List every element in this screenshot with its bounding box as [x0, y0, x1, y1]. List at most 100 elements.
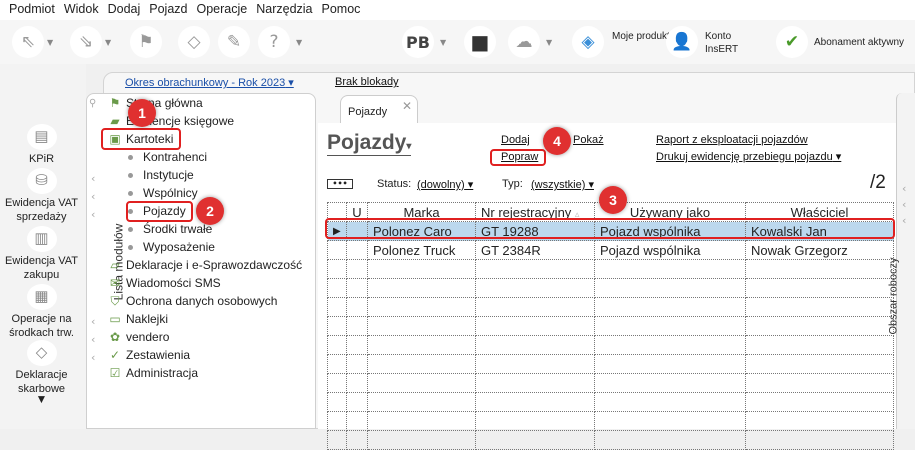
- collapse-icon[interactable]: ‹: [91, 351, 95, 364]
- okres-dropdown[interactable]: Okres obrachunkowy - Rok 2023 ▾: [125, 76, 294, 89]
- module-naklejki[interactable]: ▭ Naklejki: [108, 310, 168, 328]
- abonament-status[interactable]: Abonament aktywny: [814, 36, 904, 49]
- nav-label: Operacje na środkach trw.: [9, 313, 74, 339]
- nav-vat-zakupu[interactable]: ▥ Ewidencja VAT zakupu: [0, 226, 83, 282]
- module-sms[interactable]: ✉ Wiadomości SMS: [108, 274, 221, 292]
- konto-insert-button[interactable]: Konto InsERT: [705, 30, 745, 56]
- blokada-link[interactable]: Brak blokady: [335, 76, 399, 88]
- chevron-down-icon[interactable]: ▼: [105, 38, 111, 47]
- module-label: Wyposażenie: [143, 240, 215, 254]
- menu-dodaj[interactable]: Dodaj: [105, 0, 147, 20]
- chevron-down-icon[interactable]: ▼: [546, 38, 552, 47]
- pin-icon[interactable]: ⚲: [89, 98, 96, 109]
- status-dropdown[interactable]: (dowolny) ▾: [417, 178, 473, 191]
- submodule-wyposazenie[interactable]: Wyposażenie: [128, 238, 215, 256]
- more-options-button[interactable]: •••: [327, 179, 353, 189]
- status-label: Status:: [377, 178, 412, 190]
- bullet-icon: [128, 190, 133, 196]
- chevron-down-icon[interactable]: ▼: [440, 38, 446, 47]
- module-label: Wspólnicy: [143, 186, 198, 200]
- record-count: /2: [870, 172, 886, 193]
- products-icon[interactable]: ◈: [572, 26, 604, 58]
- book-icon: ▰: [110, 114, 120, 128]
- drukuj-label: Drukuj ewidencję przebiegu pojazdu: [656, 151, 833, 163]
- nav-vat-sprzedazy[interactable]: ⛁ Ewidencja VAT sprzedaży: [0, 168, 83, 224]
- collapse-icon[interactable]: ‹: [91, 190, 95, 203]
- raport-link[interactable]: Raport z eksploatacji pojazdów: [656, 134, 808, 146]
- box-icon[interactable]: ■: [464, 26, 496, 58]
- eraser-icon[interactable]: ◇: [178, 26, 210, 58]
- typ-label: Typ:: [502, 178, 523, 190]
- page-title-dropdown[interactable]: Pojazdy▾: [327, 131, 412, 156]
- module-vendero[interactable]: ✿ vendero: [108, 328, 169, 346]
- collapse-icon[interactable]: ‹: [91, 208, 95, 221]
- annotation-badge-4: 4: [543, 127, 571, 155]
- chevron-down-icon[interactable]: ▼: [296, 38, 302, 47]
- empty-row: [327, 316, 894, 336]
- flag-icon[interactable]: ⚑: [130, 26, 162, 58]
- insert-account-icon[interactable]: 👤: [666, 26, 698, 58]
- forward-arrow-icon[interactable]: ⇘: [70, 26, 102, 58]
- collapse-icon[interactable]: ‹: [91, 333, 95, 346]
- pb-button[interactable]: PB: [402, 26, 434, 58]
- row-pointer: [327, 240, 347, 260]
- tools-icon[interactable]: ✎: [218, 26, 250, 58]
- submodule-kontrahenci[interactable]: Kontrahenci: [128, 148, 207, 166]
- drukuj-dropdown[interactable]: Drukuj ewidencję przebiegu pojazdu ▾: [656, 150, 841, 163]
- submodule-instytucje[interactable]: Instytucje: [128, 166, 194, 184]
- chart-icon: ✓: [109, 348, 121, 362]
- menu-operacje[interactable]: Operacje: [194, 0, 254, 20]
- typ-dropdown[interactable]: (wszystkie) ▾: [531, 178, 594, 191]
- module-ochrona-danych[interactable]: ⛉ Ochrona danych osobowych: [108, 292, 277, 310]
- page-title: Pojazdy: [327, 131, 407, 154]
- module-deklaracje[interactable]: ▱ Deklaracje i e-Sprawozdawczość: [108, 256, 302, 274]
- close-icon[interactable]: ✕: [402, 99, 412, 113]
- menu-podmiot[interactable]: Podmiot: [6, 0, 61, 20]
- cell-uzywany: Pojazd wspólnika: [594, 240, 746, 260]
- empty-row: [327, 430, 894, 450]
- scroll-down-icon[interactable]: ▼: [0, 392, 83, 406]
- collapse-icon[interactable]: ‹: [91, 315, 95, 328]
- shield-icon: ⛉: [110, 294, 120, 308]
- collapse-icon[interactable]: ‹: [91, 172, 95, 185]
- menu-narzedzia[interactable]: Narzędzia: [253, 0, 318, 20]
- back-arrow-icon[interactable]: ⇖: [12, 26, 44, 58]
- chevron-down-icon[interactable]: ▼: [47, 38, 53, 47]
- annotation-box-popraw: [490, 149, 546, 166]
- module-label: Ochrona danych osobowych: [126, 294, 278, 308]
- empty-row: [327, 373, 894, 393]
- menu-bar: Podmiot Widok Dodaj Pojazd Operacje Narz…: [0, 0, 915, 20]
- collapse-icon[interactable]: ‹: [902, 182, 906, 195]
- pokaz-link[interactable]: Pokaż: [573, 134, 604, 146]
- menu-pojazd[interactable]: Pojazd: [146, 0, 193, 20]
- submodule-srodki-trwale[interactable]: Środki trwałe: [128, 220, 212, 238]
- cloud-database-icon[interactable]: ☁: [508, 26, 540, 58]
- nav-label: KPiR: [28, 153, 55, 165]
- menu-widok[interactable]: Widok: [61, 0, 105, 20]
- collapse-icon[interactable]: ‹: [902, 214, 906, 227]
- right-panel-label[interactable]: Obszar roboczy: [888, 257, 900, 334]
- nav-deklaracje[interactable]: ◇ Deklaracje skarbowe: [0, 340, 83, 396]
- submodule-wspolnicy[interactable]: Wspólnicy: [128, 184, 198, 202]
- cell-wlasciciel: Nowak Grzegorz: [745, 240, 894, 260]
- dodaj-link[interactable]: Dodaj: [501, 134, 530, 146]
- nav-kpir[interactable]: ▤ KPiR: [0, 124, 83, 166]
- module-administracja[interactable]: ☑ Administracja: [108, 364, 198, 382]
- empty-row: [327, 354, 894, 374]
- tab-pojazdy[interactable]: Pojazdy ✕: [340, 95, 418, 124]
- nav-label: Ewidencja VAT sprzedaży: [5, 197, 78, 223]
- collapse-icon[interactable]: ‹: [902, 198, 906, 211]
- left-nav: ▤ KPiR ⛁ Ewidencja VAT sprzedaży ▥ Ewidencj…: [0, 64, 86, 429]
- empty-row: [327, 335, 894, 355]
- book-icon: ▤: [26, 124, 57, 150]
- table-row[interactable]: Polonez Truck GT 2384R Pojazd wspólnika …: [327, 240, 894, 260]
- papers-icon: ◇: [26, 340, 57, 366]
- cell-u: [346, 240, 368, 260]
- module-label: vendero: [126, 330, 170, 344]
- nav-srodki[interactable]: ▦ Operacje na środkach trw.: [0, 284, 83, 340]
- empty-row: [327, 392, 894, 412]
- menu-pomoc[interactable]: Pomoc: [319, 0, 367, 20]
- module-zestawienia[interactable]: ✓ Zestawienia: [108, 346, 190, 364]
- bullet-icon: [128, 244, 133, 250]
- help-icon[interactable]: ?: [258, 26, 290, 58]
